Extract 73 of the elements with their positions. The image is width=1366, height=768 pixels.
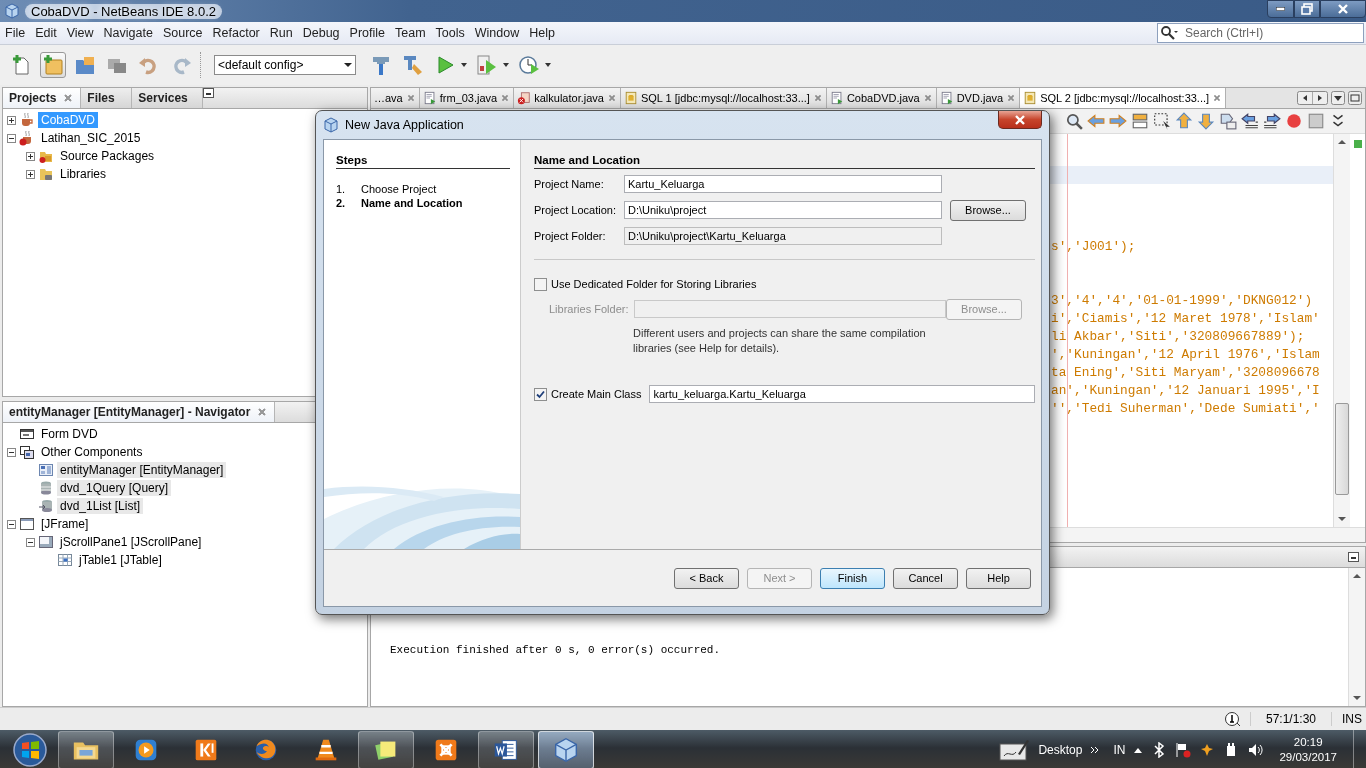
field-label: Project Folder:: [534, 230, 607, 242]
wizard-step: 1. Choose Project: [336, 183, 520, 195]
text-field[interactable]: D:\Uniku\project: [624, 201, 942, 219]
field-label: Project Location:: [534, 204, 617, 216]
output-line: Execution finished after 0 s, 0 error(s) occurred.: [390, 643, 722, 657]
menu-item[interactable]: Tools: [430, 26, 470, 40]
tree-item[interactable]: Other Components: [38, 444, 146, 460]
editor-tab[interactable]: CobaDVD.java: [826, 88, 937, 108]
tree-item[interactable]: dvd_1Query [Query]: [57, 480, 172, 496]
menu-item[interactable]: Refactor: [207, 26, 265, 40]
dialog-title: New Java Application: [345, 118, 464, 132]
steps-heading: Steps: [336, 154, 510, 169]
editor-tab[interactable]: …ava: [371, 88, 420, 108]
tree-item[interactable]: Latihan_SIC_2015: [38, 130, 144, 146]
editor-tab[interactable]: kalkulator.java: [514, 88, 621, 108]
menu-item[interactable]: Help: [524, 26, 560, 40]
menu-item[interactable]: Source: [157, 26, 208, 40]
desktop-toolbar[interactable]: Desktop: [1038, 743, 1083, 757]
menu-item[interactable]: Team: [390, 26, 431, 40]
menu-item[interactable]: Debug: [297, 26, 345, 40]
editor-tab[interactable]: SQL 1 [jdbc:mysql://localhost:33...]: [620, 88, 827, 108]
menu-item[interactable]: Window: [469, 26, 525, 40]
code-line: ta Ening','Siti Maryam','3208096678: [1051, 364, 1320, 382]
clock-time[interactable]: 20:19: [1293, 735, 1323, 750]
tree-item[interactable]: [JFrame]: [38, 516, 92, 532]
insert-mode: INS: [1342, 712, 1362, 726]
dialog-button[interactable]: Finish: [820, 567, 885, 589]
code-line: li Akbar','Siti','320809667889');: [1051, 328, 1305, 346]
editor-tab[interactable]: DVD.java: [936, 88, 1021, 108]
menu-item[interactable]: Edit: [30, 26, 62, 40]
editor-tab[interactable]: SQL 2 [jdbc:mysql://localhost:33...]: [1020, 88, 1227, 108]
browse-button[interactable]: Browse...: [950, 199, 1026, 221]
help-text: Different users and projects can share the same compilation libraries (see Help for details).: [633, 326, 927, 356]
panel-tab[interactable]: Projects: [3, 88, 82, 108]
dialog-button[interactable]: Cancel: [893, 567, 958, 589]
tree-item[interactable]: Form DVD: [38, 426, 101, 442]
caret-position: 57:1/1:30: [1250, 712, 1332, 726]
menu-item[interactable]: View: [61, 26, 99, 40]
tree-item[interactable]: Libraries: [57, 166, 110, 182]
code-line: ','Kuningan','12 April 1976','Islam: [1051, 346, 1320, 364]
menu-item[interactable]: Run: [264, 26, 298, 40]
search-field[interactable]: Search (Ctrl+I): [1157, 23, 1364, 43]
code-line: an','Kuningan','12 Januari 1995','I: [1051, 382, 1320, 400]
section-heading: Name and Location: [534, 154, 1036, 169]
wizard-step: 2. Name and Location: [336, 197, 520, 209]
tree-item[interactable]: jScrollPane1 [JScrollPane]: [57, 534, 205, 550]
checkbox-label[interactable]: Create Main Class: [551, 388, 642, 400]
panel-tab[interactable]: entityManager [EntityManager] - Navigator: [3, 402, 276, 422]
editor-tab[interactable]: frm_03.java: [419, 88, 515, 108]
clock-date[interactable]: 29/03/2017: [1279, 750, 1337, 765]
tree-item[interactable]: entityManager [EntityManager]: [57, 462, 227, 478]
code-line: i','Ciamis','12 Maret 1978','Islam': [1051, 310, 1320, 328]
field-label: Project Name:: [534, 178, 605, 190]
language-indicator[interactable]: IN: [1113, 743, 1126, 757]
tree-item[interactable]: dvd_1List [List]: [57, 498, 144, 514]
tree-item[interactable]: Source Packages: [57, 148, 158, 164]
code-line: 3','4','4','01-01-1999','DKNG012'): [1051, 292, 1313, 310]
text-field[interactable]: kartu_keluarga.Kartu_Keluarga: [649, 385, 1036, 403]
panel-tab[interactable]: Files: [81, 88, 133, 108]
menu-item[interactable]: File: [0, 26, 31, 40]
dialog-button[interactable]: < Back: [674, 567, 739, 589]
menu-item[interactable]: Profile: [344, 26, 390, 40]
code-line: '','Tedi Suherman','Dede Sumiati',': [1051, 400, 1320, 418]
dialog-button[interactable]: Help: [966, 567, 1031, 589]
text-field[interactable]: D:\Uniku\project\Kartu_Keluarga: [624, 227, 942, 245]
code-line: s','J001');: [1051, 238, 1136, 256]
config-dropdown[interactable]: <default config>: [214, 55, 356, 75]
tree-item[interactable]: jTable1 [JTable]: [76, 552, 165, 568]
field-label: Libraries Folder:: [549, 303, 630, 315]
panel-tab[interactable]: Services: [132, 88, 204, 108]
checkbox-label[interactable]: Use Dedicated Folder for Storing Libraries: [551, 278, 757, 290]
menu-item[interactable]: Navigate: [98, 26, 158, 40]
text-field[interactable]: Kartu_Keluarga: [624, 175, 942, 193]
